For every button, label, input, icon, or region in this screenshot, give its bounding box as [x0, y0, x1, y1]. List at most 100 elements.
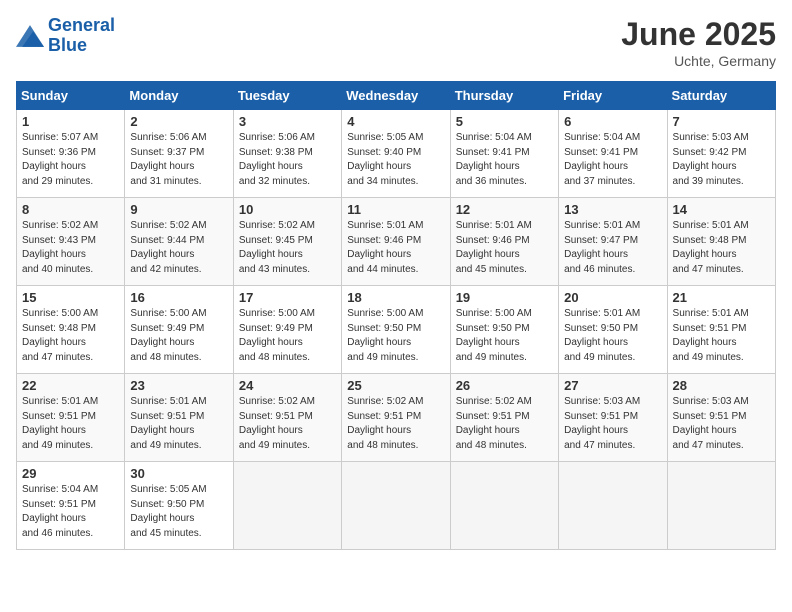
title-block: June 2025 Uchte, Germany: [621, 16, 776, 69]
location: Uchte, Germany: [621, 53, 776, 69]
logo: General Blue: [16, 16, 115, 56]
calendar-cell: 12 Sunrise: 5:01 AM Sunset: 9:46 PM Dayl…: [450, 198, 558, 286]
day-number: 26: [456, 378, 553, 393]
day-info: Sunrise: 5:02 AM Sunset: 9:44 PM Dayligh…: [130, 219, 227, 277]
header-tuesday: Tuesday: [233, 82, 341, 110]
calendar-cell: 1 Sunrise: 5:07 AM Sunset: 9:36 PM Dayli…: [17, 110, 125, 198]
day-info: Sunrise: 5:06 AM Sunset: 9:38 PM Dayligh…: [239, 131, 336, 189]
day-number: 3: [239, 114, 336, 129]
day-info: Sunrise: 5:01 AM Sunset: 9:46 PM Dayligh…: [456, 219, 553, 277]
day-info: Sunrise: 5:02 AM Sunset: 9:51 PM Dayligh…: [239, 395, 336, 453]
day-number: 19: [456, 290, 553, 305]
day-number: 22: [22, 378, 119, 393]
day-number: 10: [239, 202, 336, 217]
day-info: Sunrise: 5:07 AM Sunset: 9:36 PM Dayligh…: [22, 131, 119, 189]
day-info: Sunrise: 5:02 AM Sunset: 9:51 PM Dayligh…: [347, 395, 444, 453]
header-monday: Monday: [125, 82, 233, 110]
week-row-5: 29 Sunrise: 5:04 AM Sunset: 9:51 PM Dayl…: [17, 462, 776, 550]
calendar-cell: 30 Sunrise: 5:05 AM Sunset: 9:50 PM Dayl…: [125, 462, 233, 550]
header-wednesday: Wednesday: [342, 82, 450, 110]
day-number: 28: [673, 378, 770, 393]
calendar-cell: 14 Sunrise: 5:01 AM Sunset: 9:48 PM Dayl…: [667, 198, 775, 286]
day-info: Sunrise: 5:01 AM Sunset: 9:51 PM Dayligh…: [22, 395, 119, 453]
day-number: 16: [130, 290, 227, 305]
day-info: Sunrise: 5:04 AM Sunset: 9:41 PM Dayligh…: [564, 131, 661, 189]
calendar-cell: 27 Sunrise: 5:03 AM Sunset: 9:51 PM Dayl…: [559, 374, 667, 462]
calendar-cell: 20 Sunrise: 5:01 AM Sunset: 9:50 PM Dayl…: [559, 286, 667, 374]
day-number: 24: [239, 378, 336, 393]
day-info: Sunrise: 5:01 AM Sunset: 9:46 PM Dayligh…: [347, 219, 444, 277]
day-number: 4: [347, 114, 444, 129]
day-info: Sunrise: 5:02 AM Sunset: 9:51 PM Dayligh…: [456, 395, 553, 453]
calendar-cell: [342, 462, 450, 550]
day-info: Sunrise: 5:02 AM Sunset: 9:43 PM Dayligh…: [22, 219, 119, 277]
day-number: 7: [673, 114, 770, 129]
header-friday: Friday: [559, 82, 667, 110]
day-number: 5: [456, 114, 553, 129]
day-info: Sunrise: 5:01 AM Sunset: 9:50 PM Dayligh…: [564, 307, 661, 365]
calendar-cell: 24 Sunrise: 5:02 AM Sunset: 9:51 PM Dayl…: [233, 374, 341, 462]
day-info: Sunrise: 5:03 AM Sunset: 9:51 PM Dayligh…: [564, 395, 661, 453]
calendar-cell: 6 Sunrise: 5:04 AM Sunset: 9:41 PM Dayli…: [559, 110, 667, 198]
week-row-4: 22 Sunrise: 5:01 AM Sunset: 9:51 PM Dayl…: [17, 374, 776, 462]
day-number: 9: [130, 202, 227, 217]
day-number: 18: [347, 290, 444, 305]
day-info: Sunrise: 5:00 AM Sunset: 9:49 PM Dayligh…: [130, 307, 227, 365]
day-info: Sunrise: 5:04 AM Sunset: 9:41 PM Dayligh…: [456, 131, 553, 189]
calendar-cell: 5 Sunrise: 5:04 AM Sunset: 9:41 PM Dayli…: [450, 110, 558, 198]
week-row-2: 8 Sunrise: 5:02 AM Sunset: 9:43 PM Dayli…: [17, 198, 776, 286]
calendar-cell: 22 Sunrise: 5:01 AM Sunset: 9:51 PM Dayl…: [17, 374, 125, 462]
day-number: 2: [130, 114, 227, 129]
calendar-cell: 29 Sunrise: 5:04 AM Sunset: 9:51 PM Dayl…: [17, 462, 125, 550]
day-number: 17: [239, 290, 336, 305]
calendar-cell: 8 Sunrise: 5:02 AM Sunset: 9:43 PM Dayli…: [17, 198, 125, 286]
calendar-cell: 4 Sunrise: 5:05 AM Sunset: 9:40 PM Dayli…: [342, 110, 450, 198]
calendar-cell: [667, 462, 775, 550]
logo-text: General Blue: [48, 16, 115, 56]
day-number: 21: [673, 290, 770, 305]
day-number: 8: [22, 202, 119, 217]
day-info: Sunrise: 5:01 AM Sunset: 9:47 PM Dayligh…: [564, 219, 661, 277]
calendar-cell: 18 Sunrise: 5:00 AM Sunset: 9:50 PM Dayl…: [342, 286, 450, 374]
calendar-cell: 3 Sunrise: 5:06 AM Sunset: 9:38 PM Dayli…: [233, 110, 341, 198]
logo-line2: Blue: [48, 35, 87, 55]
calendar-cell: 9 Sunrise: 5:02 AM Sunset: 9:44 PM Dayli…: [125, 198, 233, 286]
calendar-cell: 13 Sunrise: 5:01 AM Sunset: 9:47 PM Dayl…: [559, 198, 667, 286]
day-info: Sunrise: 5:04 AM Sunset: 9:51 PM Dayligh…: [22, 483, 119, 541]
logo-line1: General: [48, 15, 115, 35]
day-info: Sunrise: 5:01 AM Sunset: 9:48 PM Dayligh…: [673, 219, 770, 277]
calendar-cell: 16 Sunrise: 5:00 AM Sunset: 9:49 PM Dayl…: [125, 286, 233, 374]
day-number: 1: [22, 114, 119, 129]
calendar-cell: 25 Sunrise: 5:02 AM Sunset: 9:51 PM Dayl…: [342, 374, 450, 462]
calendar-cell: 15 Sunrise: 5:00 AM Sunset: 9:48 PM Dayl…: [17, 286, 125, 374]
day-info: Sunrise: 5:05 AM Sunset: 9:40 PM Dayligh…: [347, 131, 444, 189]
day-info: Sunrise: 5:03 AM Sunset: 9:51 PM Dayligh…: [673, 395, 770, 453]
calendar-cell: 26 Sunrise: 5:02 AM Sunset: 9:51 PM Dayl…: [450, 374, 558, 462]
calendar-cell: 17 Sunrise: 5:00 AM Sunset: 9:49 PM Dayl…: [233, 286, 341, 374]
day-info: Sunrise: 5:00 AM Sunset: 9:50 PM Dayligh…: [456, 307, 553, 365]
calendar-cell: 2 Sunrise: 5:06 AM Sunset: 9:37 PM Dayli…: [125, 110, 233, 198]
calendar-cell: 10 Sunrise: 5:02 AM Sunset: 9:45 PM Dayl…: [233, 198, 341, 286]
header-saturday: Saturday: [667, 82, 775, 110]
day-info: Sunrise: 5:00 AM Sunset: 9:48 PM Dayligh…: [22, 307, 119, 365]
day-number: 23: [130, 378, 227, 393]
day-number: 12: [456, 202, 553, 217]
calendar-cell: 28 Sunrise: 5:03 AM Sunset: 9:51 PM Dayl…: [667, 374, 775, 462]
page-header: General Blue June 2025 Uchte, Germany: [16, 16, 776, 69]
month-title: June 2025: [621, 16, 776, 53]
calendar-cell: [450, 462, 558, 550]
header-thursday: Thursday: [450, 82, 558, 110]
day-info: Sunrise: 5:01 AM Sunset: 9:51 PM Dayligh…: [673, 307, 770, 365]
day-info: Sunrise: 5:05 AM Sunset: 9:50 PM Dayligh…: [130, 483, 227, 541]
day-number: 25: [347, 378, 444, 393]
day-number: 15: [22, 290, 119, 305]
day-number: 13: [564, 202, 661, 217]
day-number: 29: [22, 466, 119, 481]
calendar-cell: [233, 462, 341, 550]
day-info: Sunrise: 5:06 AM Sunset: 9:37 PM Dayligh…: [130, 131, 227, 189]
calendar-header-row: Sunday Monday Tuesday Wednesday Thursday…: [17, 82, 776, 110]
week-row-3: 15 Sunrise: 5:00 AM Sunset: 9:48 PM Dayl…: [17, 286, 776, 374]
day-number: 6: [564, 114, 661, 129]
header-sunday: Sunday: [17, 82, 125, 110]
calendar-cell: 7 Sunrise: 5:03 AM Sunset: 9:42 PM Dayli…: [667, 110, 775, 198]
